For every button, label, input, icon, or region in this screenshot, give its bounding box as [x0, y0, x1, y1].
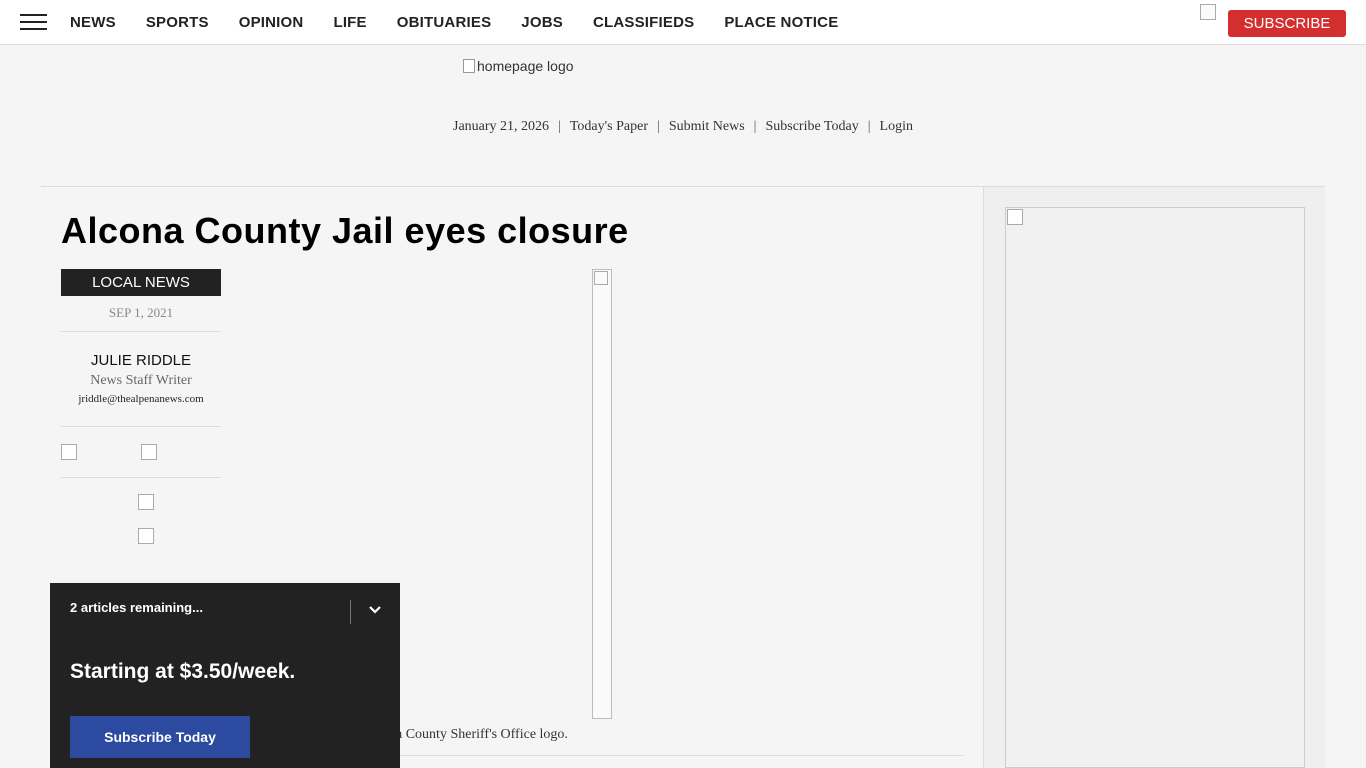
meta-divider	[61, 331, 221, 332]
article-headline: Alcona County Jail eyes closure	[61, 210, 629, 251]
section-tag[interactable]: LOCAL NEWS	[61, 269, 221, 296]
subscribe-button[interactable]: SUBSCRIBE	[1228, 10, 1346, 37]
article-image[interactable]	[592, 269, 612, 719]
author-name[interactable]: JULIE RIDDLE	[61, 352, 221, 369]
top-nav-bar: NEWS SPORTS OPINION LIFE OBITUARIES JOBS…	[0, 0, 1366, 45]
login-link[interactable]: Login	[880, 119, 913, 134]
nav-jobs[interactable]: JOBS	[521, 14, 563, 31]
broken-image-icon	[594, 271, 608, 285]
share-twitter-icon[interactable]	[141, 444, 157, 460]
author-role: News Staff Writer	[90, 373, 192, 388]
homepage-logo-alt-text: homepage logo	[477, 58, 574, 74]
current-date: January 21, 2026	[453, 119, 550, 134]
nav-classifieds[interactable]: CLASSIFIEDS	[593, 14, 694, 31]
subscription-price: Starting at $3.50/week.	[70, 660, 296, 683]
homepage-logo[interactable]: homepage logo	[463, 58, 574, 74]
meta-divider	[61, 477, 221, 478]
hamburger-menu-icon[interactable]	[20, 14, 47, 32]
nav-place-notice[interactable]: PLACE NOTICE	[724, 14, 838, 31]
share-facebook-icon[interactable]	[61, 444, 77, 460]
share-email-icon[interactable]	[138, 494, 154, 510]
nav-life[interactable]: LIFE	[333, 14, 366, 31]
share-print-icon[interactable]	[138, 528, 154, 544]
image-caption: a County Sheriff's Office logo.	[396, 727, 568, 742]
paywall-popup: 2 articles remaining... Starting at $3.5…	[50, 583, 400, 768]
author-email[interactable]: jriddle@thealpenanews.com	[61, 393, 221, 405]
nav-opinion[interactable]: OPINION	[239, 14, 304, 31]
chevron-down-icon[interactable]	[366, 601, 384, 619]
articles-remaining: 2 articles remaining...	[70, 600, 203, 615]
main-nav: NEWS SPORTS OPINION LIFE OBITUARIES JOBS…	[70, 0, 868, 45]
broken-image-icon	[463, 59, 475, 73]
subscribe-today-link[interactable]: Subscribe Today	[765, 119, 858, 134]
utility-links: January 21, 2026 | Today's Paper | Submit Ne…	[453, 119, 913, 134]
sidebar-ad[interactable]	[1005, 207, 1305, 768]
broken-image-icon	[1007, 209, 1023, 225]
subscribe-today-button[interactable]: Subscribe Today	[70, 716, 250, 758]
todays-paper-link[interactable]: Today's Paper	[570, 119, 648, 134]
nav-obituaries[interactable]: OBITUARIES	[397, 14, 492, 31]
submit-news-link[interactable]: Submit News	[669, 119, 745, 134]
nav-sports[interactable]: SPORTS	[146, 14, 209, 31]
meta-divider	[61, 426, 221, 427]
popup-divider	[350, 600, 351, 624]
article-date: SEP 1, 2021	[108, 305, 174, 320]
rail-divider	[983, 186, 984, 768]
broken-image-icon[interactable]	[1200, 4, 1216, 20]
nav-news[interactable]: NEWS	[70, 14, 116, 31]
